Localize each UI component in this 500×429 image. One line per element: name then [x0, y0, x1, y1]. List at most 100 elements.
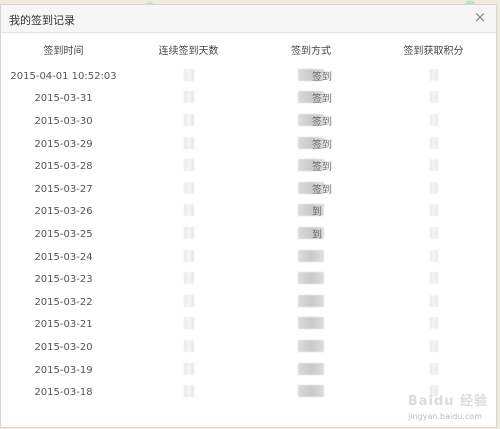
redacted-value — [298, 362, 324, 375]
signin-method-text: 签到 — [312, 71, 332, 83]
table-row: 2015-03-20 — [1, 336, 496, 359]
signin-method-cell — [251, 362, 371, 378]
consecutive-days-cell — [126, 294, 251, 310]
table-header-row: 签到时间 连续签到天数 签到方式 签到获取积分 — [1, 33, 496, 65]
signin-method-cell: 签到 — [251, 159, 371, 174]
redacted-value — [183, 226, 194, 239]
points-earned-cell — [371, 181, 496, 197]
redacted-value — [429, 362, 438, 375]
points-earned-cell — [371, 204, 496, 219]
redacted-value — [183, 204, 194, 217]
redacted-value — [429, 272, 438, 285]
signin-time-cell: 2015-03-18 — [34, 387, 93, 399]
consecutive-days-cell — [126, 249, 251, 265]
consecutive-days-cell — [126, 181, 251, 197]
table-row: 2015-03-31 签到 — [1, 88, 496, 111]
table-row: 2015-03-22 — [1, 291, 496, 314]
redacted-value — [183, 272, 194, 285]
redacted-value — [183, 159, 194, 172]
signin-method-cell — [251, 339, 371, 355]
redacted-value — [183, 249, 194, 262]
signin-time-cell: 2015-04-01 10:52:03 — [10, 70, 117, 82]
table-row: 2015-03-25 到 — [1, 223, 496, 246]
signin-method-cell: 签到 — [251, 136, 371, 152]
signin-time-cell: 2015-03-27 — [34, 183, 93, 195]
signin-time-cell: 2015-03-23 — [34, 274, 93, 286]
redacted-value — [429, 181, 438, 194]
points-earned-cell — [371, 68, 496, 84]
redacted-value — [429, 113, 438, 126]
signin-method-cell: 签到 — [251, 68, 371, 84]
signin-time-cell: 2015-03-30 — [34, 115, 93, 127]
table-row: 2015-03-30 签到 — [1, 110, 496, 133]
points-earned-cell — [371, 294, 496, 310]
dialog-title: 我的签到记录 — [9, 14, 75, 27]
signin-method-text: 到 — [312, 207, 322, 219]
consecutive-days-cell — [126, 226, 251, 242]
points-earned-cell — [371, 272, 496, 287]
signin-time-cell: 2015-03-28 — [34, 161, 93, 173]
redacted-value — [298, 272, 324, 285]
signin-time-cell: 2015-03-22 — [34, 296, 93, 308]
points-earned-cell — [371, 339, 496, 355]
signin-time-cell: 2015-03-24 — [34, 251, 93, 263]
table-row: 2015-03-23 — [1, 268, 496, 291]
consecutive-days-cell — [126, 339, 251, 355]
signin-method-cell: 到 — [251, 226, 371, 242]
consecutive-days-cell — [126, 362, 251, 378]
consecutive-days-cell — [126, 91, 251, 106]
points-earned-cell — [371, 362, 496, 378]
consecutive-days-cell — [126, 68, 251, 84]
points-earned-cell — [371, 136, 496, 152]
signin-time-cell: 2015-03-21 — [34, 319, 93, 331]
header-consecutive-days: 连续签到天数 — [158, 45, 219, 57]
signin-records-table: 签到时间 连续签到天数 签到方式 签到获取积分 2015-04-01 10:52… — [1, 33, 496, 404]
signin-method-cell — [251, 317, 371, 332]
table-row: 2015-03-19 — [1, 359, 496, 382]
redacted-value — [183, 91, 194, 104]
signin-method-cell — [251, 385, 371, 400]
redacted-value — [298, 339, 324, 352]
table-row: 2015-04-01 10:52:03 签到 — [1, 65, 496, 88]
watermark-logo: Baidu 经验 — [407, 394, 488, 409]
signin-method-cell: 签到 — [251, 113, 371, 129]
signin-method-cell — [251, 272, 371, 287]
redacted-value — [183, 68, 194, 81]
signin-time-cell: 2015-03-31 — [34, 93, 93, 105]
points-earned-cell — [371, 159, 496, 174]
signin-time-cell: 2015-03-20 — [34, 341, 93, 353]
redacted-value — [183, 385, 194, 398]
redacted-value — [429, 68, 438, 81]
redacted-value — [298, 249, 324, 262]
points-earned-cell — [371, 226, 496, 242]
close-icon[interactable]: × — [472, 9, 488, 25]
points-earned-cell — [371, 317, 496, 332]
signin-time-cell: 2015-03-29 — [34, 138, 93, 150]
redacted-value — [183, 317, 194, 330]
table-row: 2015-03-29 签到 — [1, 133, 496, 156]
redacted-value — [429, 91, 438, 104]
redacted-value — [183, 362, 194, 375]
redacted-value — [298, 385, 324, 398]
points-earned-cell — [371, 113, 496, 129]
signin-method-text: 签到 — [312, 139, 332, 151]
header-points-earned: 签到获取积分 — [403, 45, 464, 57]
signin-method-cell: 签到 — [251, 91, 371, 106]
watermark-url: jingyan.baidu.com — [408, 412, 482, 421]
table-body: 2015-04-01 10:52:03 签到 2015-03-31 签到 2015-03… — [1, 65, 496, 404]
redacted-value — [183, 181, 194, 194]
consecutive-days-cell — [126, 317, 251, 332]
consecutive-days-cell — [126, 385, 251, 400]
redacted-value — [298, 294, 324, 307]
redacted-value — [183, 136, 194, 149]
signin-method-cell: 签到 — [251, 181, 371, 197]
signin-method-text: 签到 — [312, 94, 332, 106]
header-signin-time: 签到时间 — [43, 45, 84, 57]
signin-method-text: 签到 — [312, 184, 332, 196]
consecutive-days-cell — [126, 136, 251, 152]
redacted-value — [429, 339, 438, 352]
redacted-value — [298, 317, 324, 330]
redacted-value — [429, 249, 438, 262]
points-earned-cell — [371, 249, 496, 265]
table-row: 2015-03-26 到 — [1, 201, 496, 224]
